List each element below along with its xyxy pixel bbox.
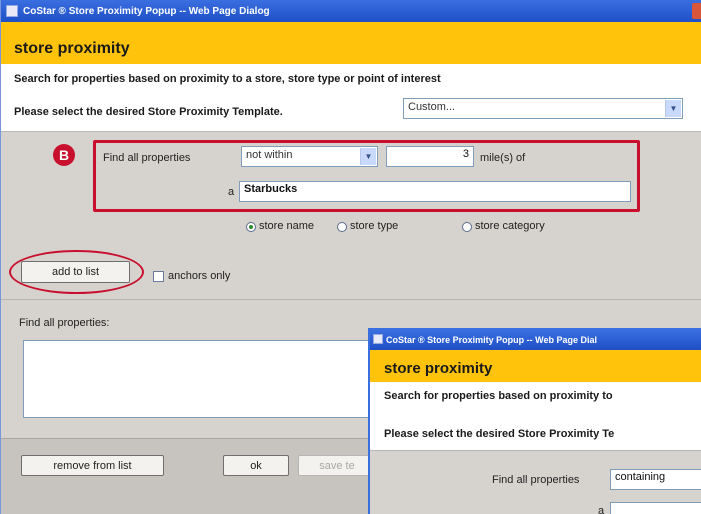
ok-button[interactable]: ok: [223, 455, 289, 476]
overlay-store-input[interactable]: [610, 502, 701, 514]
overlay-page-title: store proximity: [384, 360, 493, 377]
dialog-title: CoStar ® Store Proximity Popup -- Web Pa…: [23, 5, 270, 17]
dialog-titlebar[interactable]: CoStar ® Store Proximity Popup -- Web Pa…: [1, 0, 701, 22]
overlay-titlebar[interactable]: CoStar ® Store Proximity Popup -- Web Pa…: [370, 330, 701, 350]
list-label: Find all properties:: [19, 317, 110, 329]
annotation-highlight-oval: [9, 250, 144, 294]
overlay-title: CoStar ® Store Proximity Popup -- Web Pa…: [386, 335, 597, 345]
radio-store-category[interactable]: [462, 222, 472, 232]
anchors-only-label: anchors only: [168, 270, 231, 282]
app-icon: [6, 5, 18, 17]
radio-store-type-label: store type: [350, 220, 399, 232]
find-properties-label: Find all properties: [103, 152, 191, 164]
template-select[interactable]: Custom... ▼: [403, 98, 683, 119]
page-title: store proximity: [14, 40, 130, 57]
radio-store-name-label: store name: [259, 220, 315, 232]
intro-text: Search for properties based on proximity…: [14, 73, 441, 85]
save-template-button[interactable]: save te: [298, 455, 376, 476]
store-name-input[interactable]: Starbucks: [239, 181, 631, 202]
chevron-down-icon[interactable]: ▼: [665, 100, 681, 117]
units-label: mile(s) of: [480, 152, 526, 164]
radio-store-category-label: store category: [475, 220, 545, 232]
anchors-only-checkbox[interactable]: [153, 271, 164, 282]
radio-store-name[interactable]: [246, 222, 256, 232]
template-label: Please select the desired Store Proximit…: [14, 106, 283, 118]
close-icon[interactable]: [692, 3, 701, 19]
overlay-dialog: CoStar ® Store Proximity Popup -- Web Pa…: [368, 328, 701, 514]
overlay-a-label: a: [598, 505, 605, 514]
app-icon: [373, 334, 383, 344]
overlay-template-label: Please select the desired Store Proximit…: [384, 428, 615, 440]
template-select-value: Custom...: [408, 101, 456, 113]
relation-select[interactable]: not within ▼: [241, 146, 378, 167]
overlay-relation-select[interactable]: containing: [610, 469, 701, 490]
radio-store-type[interactable]: [337, 222, 347, 232]
properties-list[interactable]: [23, 340, 383, 418]
remove-from-list-button[interactable]: remove from list: [21, 455, 164, 476]
overlay-intro-text: Search for properties based on proximity…: [384, 390, 613, 402]
store-proximity-dialog: CoStar ® Store Proximity Popup -- Web Pa…: [0, 0, 701, 514]
chevron-down-icon[interactable]: ▼: [360, 148, 376, 165]
section-divider: [1, 299, 701, 300]
a-label: a: [228, 186, 235, 198]
annotation-marker: B: [53, 144, 75, 166]
overlay-find-properties-label: Find all properties: [492, 474, 580, 486]
distance-input[interactable]: 3: [386, 146, 474, 167]
relation-select-value: not within: [246, 149, 293, 161]
